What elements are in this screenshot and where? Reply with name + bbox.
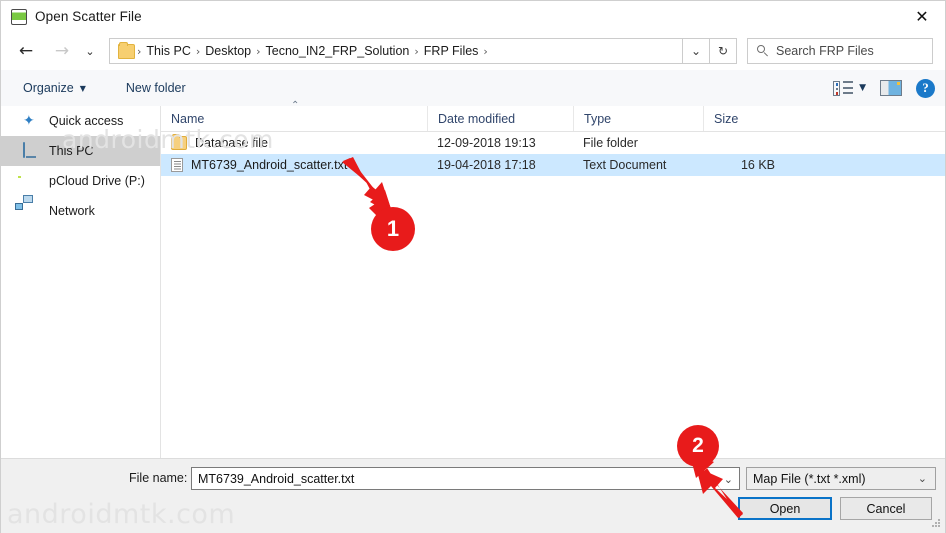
annotation-arrows xyxy=(1,1,946,533)
annotation-badge-2: 2 xyxy=(677,425,719,467)
annotation-badge-1: 1 xyxy=(371,207,415,251)
open-file-dialog: Open Scatter File ✕ ← → ⌄ ↑ › This PC › … xyxy=(0,0,946,533)
